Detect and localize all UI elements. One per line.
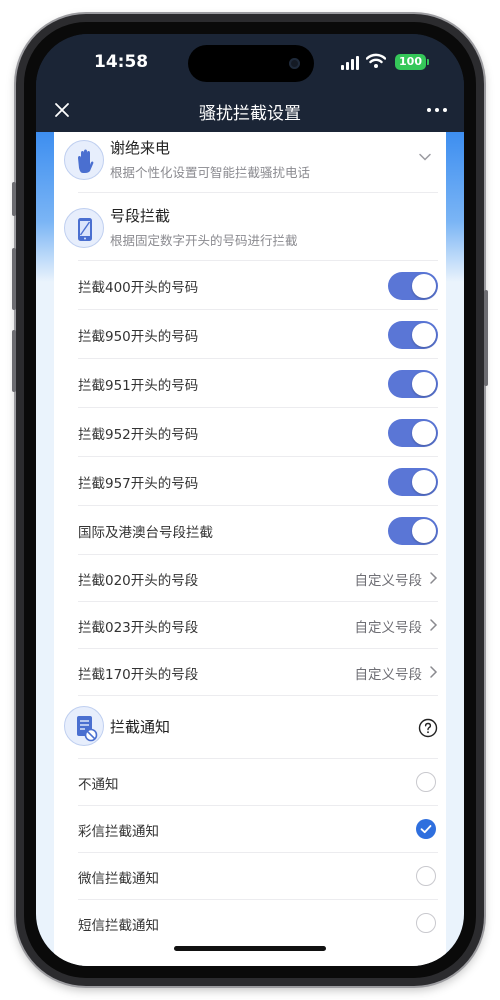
- toggle-row-957: 拦截957开头的号码: [78, 457, 438, 505]
- notify-option-label: 短信拦截通知: [78, 918, 159, 934]
- notify-option-label: 彩信拦截通知: [78, 824, 159, 840]
- power-button: [484, 290, 488, 386]
- segment-label: 拦截023开头的号段: [78, 620, 199, 636]
- toggle-row-951: 拦截951开头的号码: [78, 359, 438, 407]
- toggle-knob: [412, 274, 436, 298]
- battery-icon: 100: [395, 54, 426, 70]
- toggle-switch[interactable]: [388, 272, 438, 300]
- reject-calls-title: 谢绝来电: [110, 139, 171, 157]
- toggle-switch[interactable]: [388, 370, 438, 398]
- toggle-row-950: 拦截950开头的号码: [78, 310, 438, 358]
- hand-icon: [64, 140, 104, 180]
- battery-tip: [427, 59, 429, 65]
- toggle-switch[interactable]: [388, 468, 438, 496]
- toggle-label: 国际及港澳台号段拦截: [78, 525, 213, 541]
- divider: [78, 695, 438, 696]
- radio-button[interactable]: [416, 913, 436, 933]
- toggle-row-400: 拦截400开头的号码: [78, 261, 438, 309]
- dynamic-island: [188, 45, 314, 82]
- toggle-knob: [412, 323, 436, 347]
- chevron-right-icon: [430, 619, 438, 631]
- action-button: [12, 182, 16, 216]
- help-icon[interactable]: [418, 718, 438, 738]
- screen: 14:58 100 骚扰拦截设置 谢绝来电 根据个性化设置可智能拦截骚扰电话 号…: [36, 34, 464, 966]
- volume-down-button: [12, 330, 16, 392]
- custom-segment-value: 自定义号段: [354, 620, 423, 636]
- toggle-label: 拦截950开头的号码: [78, 329, 199, 345]
- document-block-icon: [64, 706, 104, 746]
- toggle-knob: [412, 519, 436, 543]
- custom-segment-value: 自定义号段: [354, 667, 423, 683]
- status-time: 14:58: [94, 52, 149, 72]
- toggle-row-952: 拦截952开头的号码: [78, 408, 438, 456]
- notify-option-sms[interactable]: 短信拦截通知: [78, 899, 438, 947]
- toggle-knob: [412, 470, 436, 494]
- wifi-icon: [366, 53, 386, 68]
- divider: [78, 192, 438, 193]
- radio-button[interactable]: [416, 866, 436, 886]
- custom-segment-row-170[interactable]: 拦截170开头的号段 自定义号段: [78, 648, 438, 696]
- settings-card: 谢绝来电 根据个性化设置可智能拦截骚扰电话 号段拦截 根据固定数字开头的号码进行…: [54, 132, 446, 966]
- segment-label: 拦截170开头的号段: [78, 667, 199, 683]
- home-indicator[interactable]: [174, 946, 326, 951]
- custom-segment-value: 自定义号段: [354, 573, 423, 589]
- notify-title: 拦截通知: [110, 718, 171, 736]
- camera-icon: [289, 58, 300, 69]
- chevron-down-icon[interactable]: [418, 150, 432, 164]
- toggle-label: 拦截957开头的号码: [78, 476, 199, 492]
- number-block-title: 号段拦截: [110, 207, 171, 225]
- toggle-switch[interactable]: [388, 517, 438, 545]
- number-block-row: 号段拦截 根据固定数字开头的号码进行拦截: [54, 200, 446, 264]
- notify-header-row: 拦截通知: [54, 698, 446, 762]
- custom-segment-row-020[interactable]: 拦截020开头的号段 自定义号段: [78, 554, 438, 602]
- notify-option-label: 微信拦截通知: [78, 871, 159, 887]
- decorative-band-right: [446, 132, 464, 282]
- chevron-right-icon: [430, 666, 438, 678]
- decorative-band-left: [36, 132, 54, 282]
- more-icon[interactable]: [424, 98, 450, 122]
- notify-option-none[interactable]: 不通知: [78, 758, 438, 806]
- notify-option-mms[interactable]: 彩信拦截通知: [78, 805, 438, 853]
- radio-button-checked[interactable]: [416, 819, 436, 839]
- chevron-right-icon: [430, 572, 438, 584]
- toggle-label: 拦截400开头的号码: [78, 280, 199, 296]
- cellular-signal-icon: [341, 56, 359, 70]
- toggle-knob: [412, 372, 436, 396]
- check-icon: [420, 825, 432, 834]
- number-block-subtitle: 根据固定数字开头的号码进行拦截: [110, 233, 298, 248]
- volume-up-button: [12, 248, 16, 310]
- phone-icon: [64, 208, 104, 248]
- page-title: 骚扰拦截设置: [199, 104, 301, 124]
- reject-calls-row[interactable]: 谢绝来电 根据个性化设置可智能拦截骚扰电话: [54, 132, 446, 196]
- custom-segment-row-023[interactable]: 拦截023开头的号段 自定义号段: [78, 601, 438, 649]
- radio-button[interactable]: [416, 772, 436, 792]
- status-bar: 14:58 100: [36, 34, 464, 94]
- toggle-knob: [412, 421, 436, 445]
- toggle-label: 拦截951开头的号码: [78, 378, 199, 394]
- settings-content: 谢绝来电 根据个性化设置可智能拦截骚扰电话 号段拦截 根据固定数字开头的号码进行…: [36, 132, 464, 966]
- nav-bar: 骚扰拦截设置: [36, 94, 464, 132]
- toggle-switch[interactable]: [388, 321, 438, 349]
- toggle-row-international: 国际及港澳台号段拦截: [78, 506, 438, 554]
- reject-calls-subtitle: 根据个性化设置可智能拦截骚扰电话: [110, 165, 311, 180]
- segment-label: 拦截020开头的号段: [78, 573, 199, 589]
- toggle-switch[interactable]: [388, 419, 438, 447]
- notify-option-wechat[interactable]: 微信拦截通知: [78, 852, 438, 900]
- toggle-label: 拦截952开头的号码: [78, 427, 199, 443]
- notify-option-label: 不通知: [78, 777, 119, 793]
